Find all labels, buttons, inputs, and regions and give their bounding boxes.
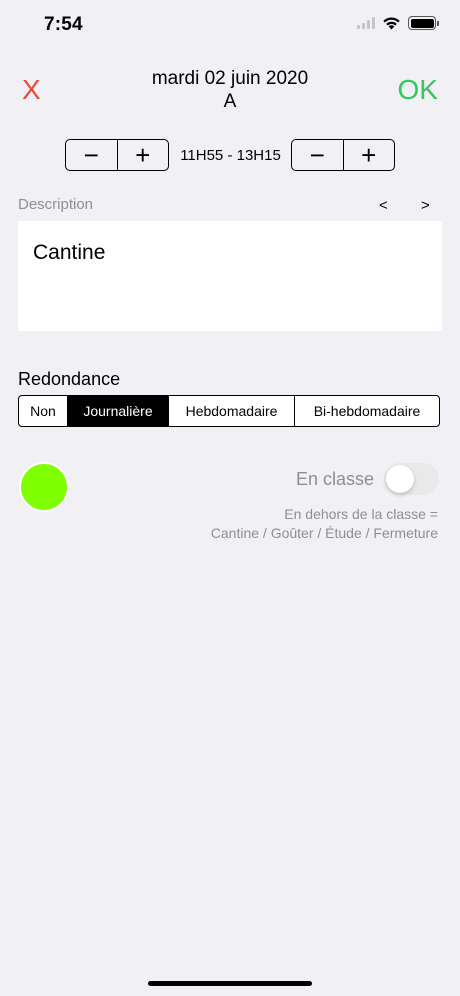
ok-button[interactable]: OK (398, 74, 438, 106)
home-indicator (148, 981, 312, 986)
redondance-option-journaliere[interactable]: Journalière (67, 396, 168, 426)
start-time-decrement-button[interactable]: − (66, 140, 117, 170)
start-time-stepper: − + (65, 139, 169, 171)
color-picker-button[interactable] (19, 462, 69, 512)
redondance-option-bi-hebdomadaire[interactable]: Bi-hebdomadaire (294, 396, 439, 426)
end-time-decrement-button[interactable]: − (292, 140, 343, 170)
description-field[interactable]: Cantine (18, 221, 442, 331)
time-range: 11H55 - 13H15 (180, 147, 281, 164)
end-time-increment-button[interactable]: + (342, 140, 395, 170)
next-button[interactable]: > (421, 197, 430, 214)
en-classe-label: En classe (295, 469, 374, 489)
en-classe-hint-line1: En dehors de la classe = (284, 506, 438, 522)
battery-icon (408, 16, 439, 30)
redondance-option-non[interactable]: Non (19, 396, 67, 426)
en-classe-hint-line2: Cantine / Goûter / Étude / Fermeture (210, 525, 438, 541)
previous-button[interactable]: < (379, 197, 388, 214)
status-icons (357, 16, 439, 30)
event-date: mardi 02 juin 2020 (151, 68, 309, 89)
end-time-stepper: − + (291, 139, 395, 171)
redondance-label: Redondance (18, 369, 121, 389)
status-time: 7:54 (44, 14, 83, 35)
description-label: Description (18, 196, 94, 213)
redondance-option-hebdomadaire[interactable]: Hebdomadaire (168, 396, 294, 426)
event-subtitle: A (223, 91, 237, 112)
redondance-segmented-control: Non Journalière Hebdomadaire Bi-hebdomad… (18, 395, 440, 427)
signal-icon (357, 17, 375, 29)
toggle-knob (386, 465, 414, 493)
wifi-icon (383, 17, 400, 30)
en-classe-toggle[interactable] (384, 463, 439, 495)
start-time-increment-button[interactable]: + (116, 140, 169, 170)
event-editor-screen: 7:54 X mardi 02 juin 2020 A OK − + 11H55… (0, 0, 460, 996)
